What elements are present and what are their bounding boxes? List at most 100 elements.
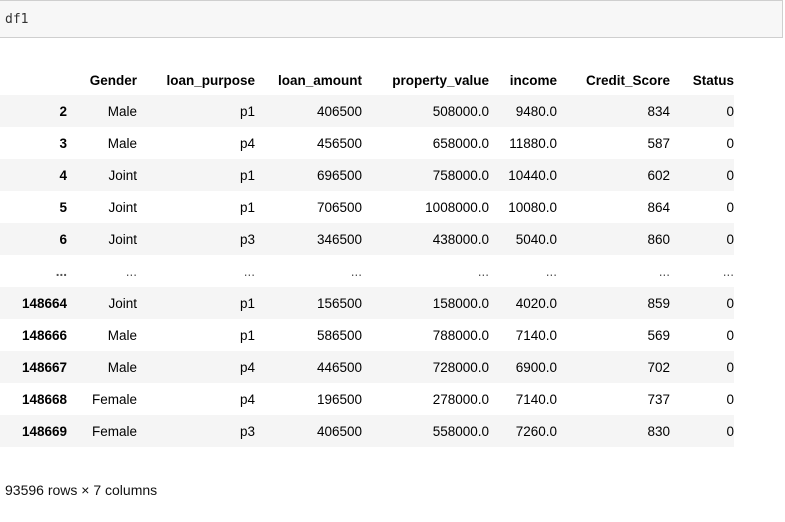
cell-loan-amount: 586500 [316,327,362,343]
column-header-credit-score: Credit_Score [585,72,670,88]
cell-income: 6900.0 [515,359,557,375]
row-index: 148668 [21,391,67,407]
cell-loan-amount: 446500 [316,359,362,375]
column-header-property-value: property_value [392,72,489,88]
cell-gender: Joint [108,167,137,183]
row-index: 6 [59,231,67,247]
column-header-index [0,65,67,95]
cell-gender: Male [107,103,137,119]
cell-credit-score: 860 [647,231,670,247]
table-row: 5 Joint p1 706500 1008000.0 10080.0 864 0 [0,191,734,223]
cell-property-value: 758000.0 [432,167,489,183]
cell-status: 0 [726,327,734,343]
cell-property-value: 158000.0 [432,295,489,311]
cell-credit-score: 737 [647,391,670,407]
cell-credit-score: 587 [647,135,670,151]
cell-gender: Male [107,327,137,343]
cell-loan-purpose: p1 [239,167,255,183]
cell-property-value: 788000.0 [432,327,489,343]
table-row-ellipsis: ........................ [0,255,734,287]
row-index: 148667 [21,359,67,375]
cell-loan-amount: 346500 [316,231,362,247]
cell-loan-purpose: p4 [239,391,255,407]
table-row: 4 Joint p1 696500 758000.0 10440.0 602 0 [0,159,734,191]
cell-gender: Male [107,135,137,151]
cell-credit-score: 702 [647,359,670,375]
cell-status: 0 [726,103,734,119]
cell-property-value: 728000.0 [432,359,489,375]
cell-credit-score: 569 [647,327,670,343]
cell-loan-purpose: p3 [239,423,255,439]
cell-credit-score: ... [658,263,670,279]
cell-income: 9480.0 [515,103,557,119]
cell-loan-purpose: p1 [239,295,255,311]
cell-income: 4020.0 [515,295,557,311]
cell-income: 7260.0 [515,423,557,439]
column-header-loan-amount: loan_amount [277,72,362,88]
cell-income: 7140.0 [515,327,557,343]
table-row: 6 Joint p3 346500 438000.0 5040.0 860 0 [0,223,734,255]
table-row: 148664 Joint p1 156500 158000.0 4020.0 859 0 [0,287,734,319]
table-row: 148669 Female p3 406500 558000.0 7260.0 830 0 [0,415,734,447]
column-header-status: Status [692,72,734,88]
cell-loan-amount: 706500 [316,199,362,215]
cell-gender: Joint [108,199,137,215]
table-row: 148666 Male p1 586500 788000.0 7140.0 569 0 [0,319,734,351]
table-row: 2 Male p1 406500 508000.0 9480.0 834 0 [0,95,734,127]
cell-gender: Male [107,359,137,375]
cell-loan-purpose: p4 [239,359,255,375]
cell-credit-score: 834 [647,103,670,119]
dataframe-table: Gender loan_purpose loan_amount property… [0,65,734,447]
cell-gender: Joint [108,231,137,247]
cell-status: 0 [726,391,734,407]
cell-gender: ... [125,263,137,279]
cell-loan-amount: 406500 [316,423,362,439]
code-text: df1 [5,12,29,27]
cell-income: 5040.0 [515,231,557,247]
row-index: 148664 [21,295,67,311]
dataframe-output: Gender loan_purpose loan_amount property… [0,65,734,447]
cell-status: 0 [726,231,734,247]
header-row: Gender loan_purpose loan_amount property… [0,65,734,95]
cell-loan-purpose: p1 [239,103,255,119]
cell-status: ... [722,263,734,279]
cell-credit-score: 830 [647,423,670,439]
cell-status: 0 [726,423,734,439]
cell-property-value: 508000.0 [432,103,489,119]
cell-credit-score: 864 [647,199,670,215]
cell-credit-score: 859 [647,295,670,311]
code-cell-input[interactable]: df1 [0,0,783,38]
column-header-income: income [509,72,557,88]
cell-loan-purpose: p1 [239,327,255,343]
cell-status: 0 [726,167,734,183]
cell-loan-purpose: p4 [239,135,255,151]
cell-status: 0 [726,135,734,151]
cell-loan-amount: 196500 [316,391,362,407]
row-index: 3 [59,135,67,151]
cell-status: 0 [726,199,734,215]
dataframe-shape-summary: 93596 rows × 7 columns [5,482,158,498]
cell-income: 11880.0 [509,135,557,151]
table-row: 148668 Female p4 196500 278000.0 7140.0 737 0 [0,383,734,415]
cell-property-value: 658000.0 [432,135,489,151]
table-row: 3 Male p4 456500 658000.0 11880.0 587 0 [0,127,734,159]
table-row: 148667 Male p4 446500 728000.0 6900.0 702 0 [0,351,734,383]
cell-gender: Female [91,423,137,439]
row-index: 4 [59,167,67,183]
cell-loan-amount: 156500 [316,295,362,311]
cell-property-value: 1008000.0 [425,199,489,215]
row-index: 148666 [21,327,67,343]
cell-loan-amount: 406500 [316,103,362,119]
table-header: Gender loan_purpose loan_amount property… [0,65,734,95]
cell-property-value: 278000.0 [432,391,489,407]
cell-property-value: 438000.0 [432,231,489,247]
cell-loan-purpose: ... [243,263,255,279]
row-index: ... [55,263,67,279]
cell-gender: Joint [108,295,137,311]
cell-property-value: 558000.0 [432,423,489,439]
cell-income: ... [545,263,557,279]
cell-status: 0 [726,295,734,311]
table-body: 2 Male p1 406500 508000.0 9480.0 834 0 3 Male p4 4… [0,95,734,447]
cell-status: 0 [726,359,734,375]
cell-income: 10440.0 [508,167,557,183]
